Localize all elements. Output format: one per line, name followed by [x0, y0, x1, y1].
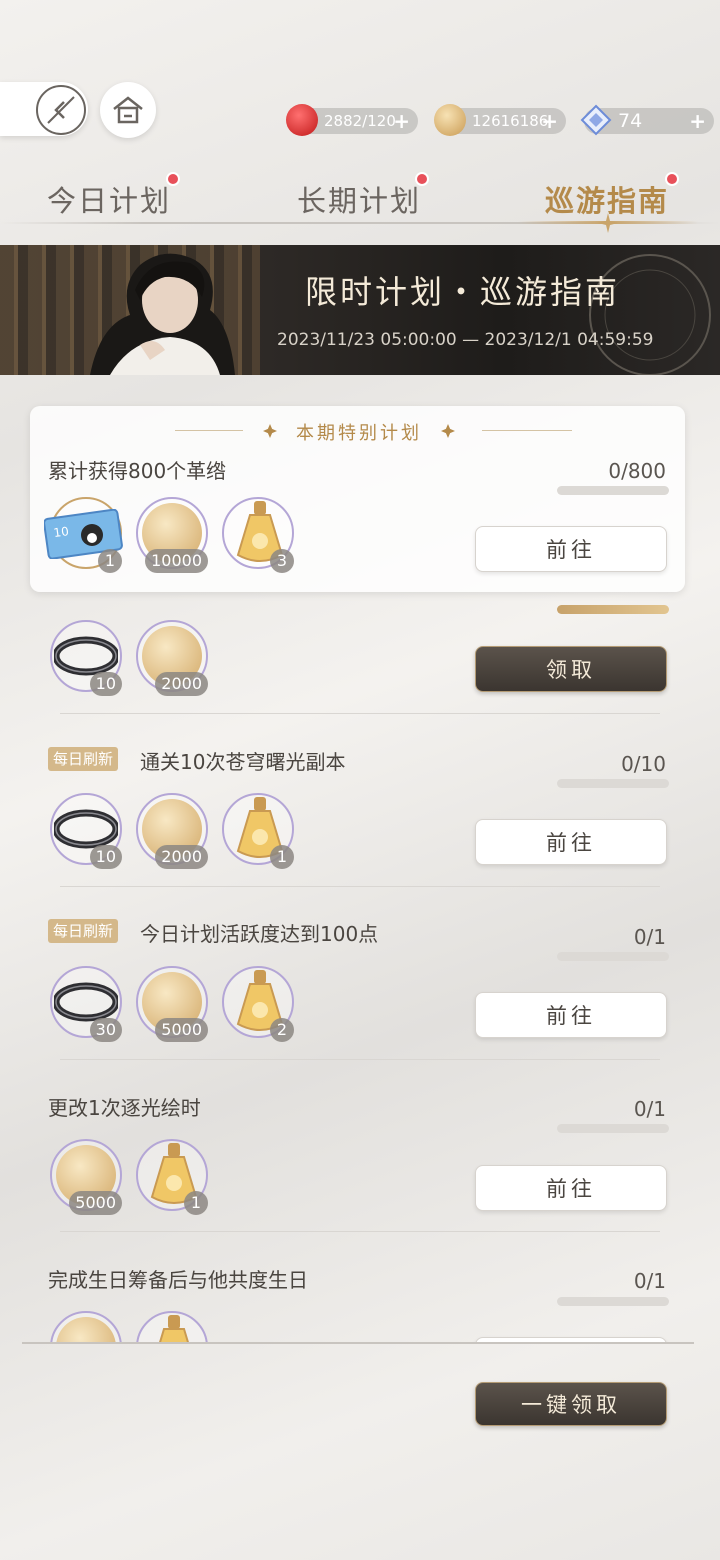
- task-count: 0/1: [633, 1097, 666, 1121]
- svg-text:10: 10: [53, 524, 70, 540]
- reward-qty: 2: [270, 1018, 294, 1042]
- row-divider: [60, 713, 660, 714]
- resource-stamina: 2882/120 +: [286, 104, 418, 136]
- reward-qty: 5000: [69, 1191, 122, 1215]
- diamond-icon: [441, 424, 455, 438]
- ring-icon: [54, 636, 118, 676]
- add-stamina-button[interactable]: +: [393, 108, 410, 134]
- reward-item[interactable]: 2000: [136, 620, 208, 696]
- special-task-count: 0/800: [608, 459, 666, 483]
- back-arrow-icon: [47, 96, 75, 124]
- daily-refresh-tag: 每日刷新: [48, 747, 119, 771]
- go-button[interactable]: 前往: [475, 992, 667, 1038]
- apple-icon: [286, 104, 318, 136]
- task-title: 今日计划活跃度达到100点: [140, 922, 379, 946]
- coin-icon: [434, 104, 466, 136]
- special-plan-header: 本期特别计划: [296, 423, 422, 444]
- list-fade-clip: [40, 1300, 680, 1342]
- special-header-line-right: [482, 430, 572, 431]
- reward-item[interactable]: 2: [222, 966, 294, 1042]
- row-divider: [60, 886, 660, 887]
- reward-item[interactable]: [50, 1311, 122, 1342]
- reward-item[interactable]: 1: [136, 1139, 208, 1215]
- special-task-progress: [557, 486, 669, 495]
- row-divider: [60, 1059, 660, 1060]
- back-button[interactable]: [36, 85, 86, 135]
- task-progress: [557, 605, 669, 614]
- task-progress: [557, 779, 669, 788]
- reward-item[interactable]: 3: [222, 497, 294, 573]
- reward-item[interactable]: 5000: [136, 966, 208, 1042]
- reward-item[interactable]: 30: [50, 966, 122, 1042]
- banner-date-range: 2023/11/23 05:00:00 — 2023/12/1 04:59:59: [277, 330, 654, 350]
- task-count: 0/1: [633, 1269, 666, 1293]
- resource-coin: 12616186 +: [434, 104, 566, 136]
- home-button[interactable]: [100, 82, 156, 138]
- tab-today-badge: [166, 172, 180, 186]
- task-count: 0/1: [633, 925, 666, 949]
- reward-qty: 1: [184, 1191, 208, 1215]
- task-title: 通关10次苍穹曙光副本: [140, 750, 346, 774]
- reward-item[interactable]: 1: [222, 793, 294, 869]
- add-coin-button[interactable]: +: [541, 108, 558, 134]
- reward-item[interactable]: 5000: [50, 1139, 122, 1215]
- reward-qty: 10: [89, 845, 122, 869]
- reward-qty: 2000: [155, 845, 208, 869]
- tab-today-plan[interactable]: 今日计划: [47, 178, 171, 220]
- diamond-icon: [263, 424, 277, 438]
- crystal-icon: [580, 104, 612, 136]
- reward-qty: 5000: [155, 1018, 208, 1042]
- reward-item[interactable]: 10 1: [44, 497, 123, 573]
- coin-value: 12616186: [472, 112, 549, 130]
- home-icon: [113, 96, 143, 124]
- go-button[interactable]: 前往: [475, 1165, 667, 1211]
- banner-title: 限时计划・巡游指南: [305, 273, 621, 311]
- reward-qty: 10: [89, 672, 122, 696]
- daily-refresh-tag: 每日刷新: [48, 919, 119, 943]
- row-divider: [60, 1231, 660, 1232]
- task-count: 0/10: [621, 752, 666, 776]
- potion-icon: [159, 1315, 189, 1342]
- tab-long-term-plan[interactable]: 长期计划: [297, 178, 421, 220]
- reward-item[interactable]: 2000: [136, 793, 208, 869]
- list-bottom-divider: [22, 1342, 694, 1344]
- ring-icon: [54, 809, 118, 849]
- character-portrait: [90, 253, 235, 375]
- reward-qty: 1: [98, 549, 122, 573]
- go-button[interactable]: 前往: [475, 526, 667, 572]
- add-crystal-button[interactable]: +: [689, 108, 706, 134]
- coin-icon: [56, 1317, 116, 1342]
- special-header-line-left: [175, 430, 243, 431]
- ring-icon: [54, 982, 118, 1022]
- sparkle-icon: [598, 213, 618, 233]
- reward-item[interactable]: 10000: [136, 497, 208, 573]
- special-task-title: 累计获得800个革绺: [48, 459, 227, 483]
- reward-qty: 30: [89, 1018, 122, 1042]
- reward-item[interactable]: 10: [50, 793, 122, 869]
- reward-qty: 1: [270, 845, 294, 869]
- task-title: 完成生日筹备后与他共度生日: [48, 1268, 308, 1292]
- event-banner: 限时计划・巡游指南 2023/11/23 05:00:00 — 2023/12/…: [0, 245, 720, 375]
- go-button[interactable]: 前往: [475, 819, 667, 865]
- reward-qty: 3: [270, 549, 294, 573]
- tab-long-term-badge: [415, 172, 429, 186]
- reward-qty: 2000: [155, 672, 208, 696]
- resource-crystal: 74 +: [580, 104, 714, 136]
- reward-item[interactable]: [136, 1311, 208, 1342]
- task-title: 更改1次逐光绘时: [48, 1096, 201, 1120]
- claim-button[interactable]: 领取: [475, 646, 667, 692]
- claim-all-button[interactable]: 一键领取: [475, 1382, 667, 1426]
- tab-tour-badge: [665, 172, 679, 186]
- crystal-value: 74: [618, 110, 643, 132]
- stamina-value: 2882/120: [324, 112, 396, 130]
- task-progress: [557, 1124, 669, 1133]
- task-progress: [557, 952, 669, 961]
- reward-qty: 10000: [145, 549, 208, 573]
- reward-item[interactable]: 10: [50, 620, 122, 696]
